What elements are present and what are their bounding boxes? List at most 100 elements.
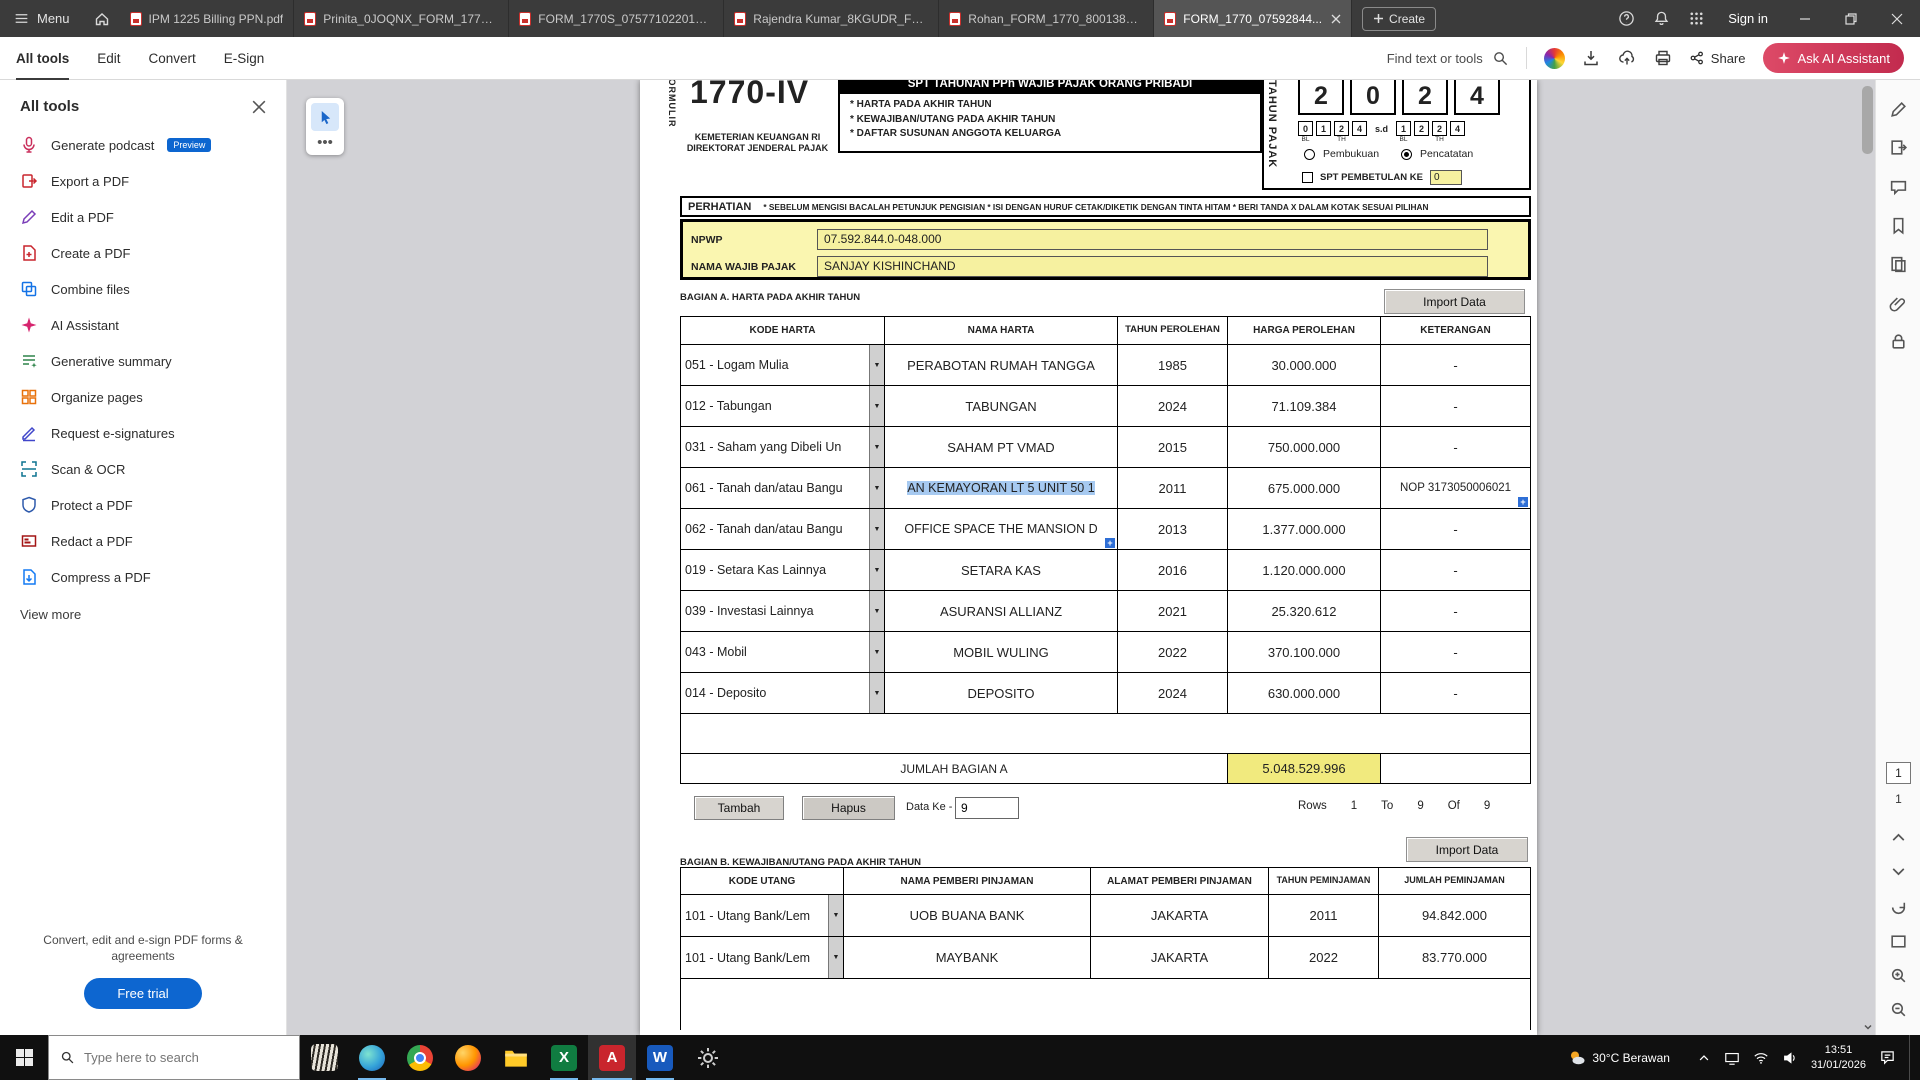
vertical-scrollbar[interactable] <box>1862 84 1873 1015</box>
kode-harta-cell[interactable]: 062 - Tanah dan/atau Bangu▼ <box>681 509 885 550</box>
taskbar-chrome[interactable] <box>396 1035 444 1080</box>
sidebar-item-compress-pdf[interactable]: Compress a PDF <box>0 559 286 595</box>
tab-close-icon[interactable] <box>1331 14 1341 24</box>
sidebar-item-request-esignatures[interactable]: Request e-signatures <box>0 415 286 451</box>
protect-icon[interactable] <box>1889 332 1908 351</box>
sidebar-item-edit-pdf[interactable]: Edit a PDF <box>0 199 286 235</box>
dropdown-arrow-icon[interactable]: ▼ <box>828 895 843 936</box>
keterangan-cell[interactable]: - <box>1381 509 1530 550</box>
period-digit-box[interactable]: 0 <box>1298 121 1313 136</box>
scrollbar-thumb[interactable] <box>1862 86 1873 154</box>
kode-utang-cell[interactable]: 101 - Utang Bank/Lem▼ <box>681 895 844 937</box>
print-icon[interactable] <box>1654 49 1672 67</box>
taskbar-word[interactable]: W <box>636 1035 684 1080</box>
tahun-cell[interactable]: 2021 <box>1118 591 1228 632</box>
expand-field-icon[interactable]: + <box>1105 538 1115 548</box>
import-data-button-a[interactable]: Import Data <box>1384 289 1525 314</box>
period-digit-box[interactable]: 4 <box>1450 121 1465 136</box>
document-tab[interactable]: FORM_1770S_075771022014000... <box>509 0 724 37</box>
zoom-in-icon[interactable] <box>1889 966 1908 985</box>
keterangan-cell[interactable]: - <box>1381 345 1530 386</box>
tahun-cell[interactable]: 2016 <box>1118 550 1228 591</box>
hapus-button[interactable]: Hapus <box>802 796 895 820</box>
year-digit-box[interactable]: 2 <box>1402 80 1448 115</box>
dropdown-arrow-icon[interactable]: ▼ <box>869 591 884 631</box>
harga-cell[interactable]: 750.000.000 <box>1228 427 1381 468</box>
view-more-link[interactable]: View more <box>0 595 286 634</box>
sidebar-item-export-pdf[interactable]: Export a PDF <box>0 163 286 199</box>
nama-harta-cell[interactable]: SAHAM PT VMAD <box>885 427 1118 468</box>
taskbar-photos-app[interactable] <box>300 1035 348 1080</box>
save-icon[interactable] <box>1582 49 1600 67</box>
tahun-cell[interactable]: 2011 <box>1118 468 1228 509</box>
period-digit-box[interactable]: 1 <box>1316 121 1331 136</box>
alamat-cell[interactable]: JAKARTA <box>1091 895 1269 937</box>
harga-cell[interactable]: 25.320.612 <box>1228 591 1381 632</box>
taskbar-edge[interactable] <box>348 1035 396 1080</box>
document-tab[interactable]: Prinita_0JOQNX_FORM_1770_4... <box>294 0 509 37</box>
keterangan-cell[interactable]: - <box>1381 591 1530 632</box>
start-button[interactable] <box>0 1035 48 1080</box>
pembetulan-field[interactable]: 0 <box>1430 170 1462 185</box>
period-digit-box[interactable]: 4 <box>1352 121 1367 136</box>
taskbar-clock[interactable]: 13:51 31/01/2026 <box>1811 1043 1866 1073</box>
sidebar-item-combine-files[interactable]: Combine files <box>0 271 286 307</box>
nama-harta-cell[interactable]: OFFICE SPACE THE MANSION D+ <box>885 509 1118 550</box>
dropdown-arrow-icon[interactable]: ▼ <box>869 673 884 713</box>
scroll-down-arrow[interactable] <box>1863 1022 1873 1032</box>
import-data-button-b[interactable]: Import Data <box>1406 837 1528 862</box>
kode-harta-cell[interactable]: 061 - Tanah dan/atau Bangu▼ <box>681 468 885 509</box>
period-digit-box[interactable]: 1 <box>1396 121 1411 136</box>
kode-harta-cell[interactable]: 043 - Mobil▼ <box>681 632 885 673</box>
tab-esign[interactable]: E-Sign <box>224 37 265 80</box>
keterangan-cell[interactable]: - <box>1381 550 1530 591</box>
tab-all-tools[interactable]: All tools <box>16 37 69 80</box>
jumlah-peminjaman-cell[interactable]: 94.842.000 <box>1379 895 1530 937</box>
keterangan-cell[interactable]: NOP 3173050006021+ <box>1381 468 1530 509</box>
display-icon[interactable] <box>1724 1050 1740 1066</box>
close-button[interactable] <box>1874 0 1920 37</box>
tahun-cell[interactable]: 2022 <box>1118 632 1228 673</box>
harga-cell[interactable]: 1.120.000.000 <box>1228 550 1381 591</box>
tahun-cell[interactable]: 2013 <box>1118 509 1228 550</box>
help-button[interactable] <box>1609 0 1644 37</box>
menu-button[interactable]: Menu <box>0 0 84 37</box>
annotate-icon[interactable] <box>1889 100 1908 119</box>
kode-harta-cell[interactable]: 051 - Logam Mulia▼ <box>681 345 885 386</box>
pembukuan-radio[interactable] <box>1304 149 1315 160</box>
tab-edit[interactable]: Edit <box>97 37 120 80</box>
comments-icon[interactable] <box>1889 178 1908 197</box>
year-digit-box[interactable]: 0 <box>1350 80 1396 115</box>
tahun-cell[interactable]: 2024 <box>1118 386 1228 427</box>
notifications-button[interactable] <box>1644 0 1679 37</box>
dropdown-arrow-icon[interactable]: ▼ <box>828 937 843 978</box>
sidebar-item-create-pdf[interactable]: Create a PDF <box>0 235 286 271</box>
kode-harta-cell[interactable]: 012 - Tabungan▼ <box>681 386 885 427</box>
kode-harta-cell[interactable]: 039 - Investasi Lainnya▼ <box>681 591 885 632</box>
sidebar-item-protect-pdf[interactable]: Protect a PDF <box>0 487 286 523</box>
taskbar-search-input[interactable] <box>84 1050 264 1065</box>
year-digit-box[interactable]: 2 <box>1298 80 1344 115</box>
keterangan-cell[interactable]: - <box>1381 673 1530 714</box>
tahun-cell[interactable]: 2015 <box>1118 427 1228 468</box>
action-center-icon[interactable] <box>1879 1049 1896 1066</box>
pencatatan-radio[interactable] <box>1401 149 1412 160</box>
document-tab-active[interactable]: FORM_1770_07592844... <box>1154 0 1352 37</box>
harga-cell[interactable]: 1.377.000.000 <box>1228 509 1381 550</box>
nama-harta-cell[interactable]: TABUNGAN <box>885 386 1118 427</box>
sidebar-item-generate-podcast[interactable]: Generate podcast Preview <box>0 127 286 163</box>
apps-grid-button[interactable] <box>1679 0 1714 37</box>
tab-convert[interactable]: Convert <box>149 37 196 80</box>
harga-cell[interactable]: 30.000.000 <box>1228 345 1381 386</box>
nama-harta-cell[interactable]: SETARA KAS <box>885 550 1118 591</box>
find-button[interactable]: Find text or tools <box>1387 50 1509 67</box>
period-digit-box[interactable]: 2 <box>1334 121 1349 136</box>
dropdown-arrow-icon[interactable]: ▼ <box>869 427 884 467</box>
more-tools-button[interactable]: ••• <box>317 134 333 152</box>
pembetulan-checkbox[interactable] <box>1302 172 1313 183</box>
close-panel-icon[interactable] <box>252 100 266 114</box>
taskbar-settings[interactable] <box>684 1035 732 1080</box>
document-tab[interactable]: Rohan_FORM_1770_800138034... <box>939 0 1154 37</box>
taskbar-acrobat[interactable]: A <box>588 1035 636 1080</box>
harga-cell[interactable]: 370.100.000 <box>1228 632 1381 673</box>
